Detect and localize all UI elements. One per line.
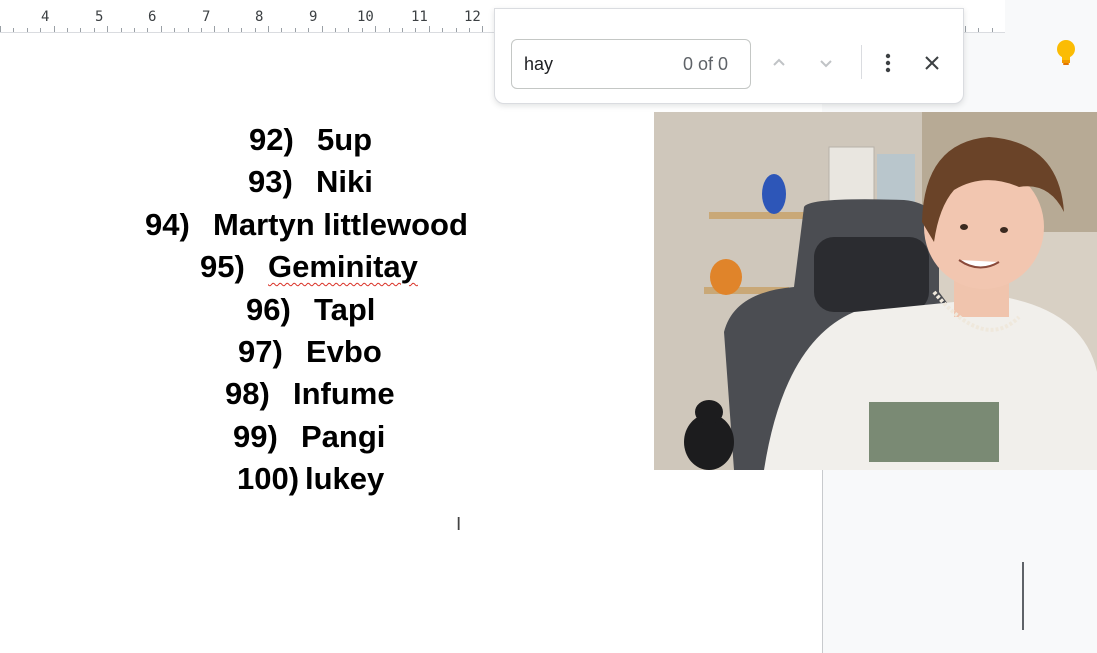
list-item: 98) Infume [0,376,600,416]
list-item: 92) 5up [0,122,600,162]
find-match-count: 0 of 0 [682,54,728,74]
ruler-number: 10 [357,9,374,25]
ruler-tick [174,28,176,32]
ruler-tick [375,26,377,32]
ruler-number: 11 [411,9,428,25]
ruler-tick [187,28,189,32]
find-input[interactable]: hay 0 of 0 [511,39,751,89]
ruler-tick [428,26,430,32]
more-vert-icon [885,53,891,73]
ruler-tick [415,28,417,32]
ruler-number: 4 [41,9,50,25]
list-item-name: lukey [305,461,385,496]
find-bar: hay 0 of 0 [494,8,964,104]
ruler-tick [26,28,28,32]
ruler-tick [241,28,243,32]
find-next-button[interactable] [808,45,844,81]
ruler-tick [361,28,363,32]
list-item-number: 92) [249,122,294,157]
webcam-scene [654,112,1097,470]
ruler-tick [308,28,310,32]
list-item: 94) Martyn littlewood [0,207,600,247]
ruler-tick [227,28,229,32]
ruler-tick [0,26,1,32]
ruler-number: 6 [148,9,157,25]
list-item-number: 100) [237,461,300,496]
find-more-options-button[interactable] [870,45,906,81]
ruler-number: 9 [309,9,318,25]
ruler-tick [93,28,95,32]
ruler-tick [442,28,444,32]
list-item-number: 96) [246,292,291,327]
ruler-tick [13,28,15,32]
ruler-tick [53,26,55,32]
find-close-button[interactable] [914,45,950,81]
list-item-number: 97) [238,334,283,369]
find-bar-divider [861,45,862,79]
ruler-number: 8 [255,9,264,25]
ruler-tick [335,28,336,32]
list-item: 95) Geminitay [0,249,600,289]
list-item: 100) lukey [0,461,600,501]
ruler-tick [134,28,135,32]
ruler-tick [294,28,296,32]
list-item-name: Evbo [306,334,382,369]
ruler-tick [214,26,216,32]
list-item-name: Infume [293,376,395,411]
text-cursor-icon: I [456,514,462,535]
list-item: 97) Evbo [0,334,600,374]
ruler-tick [40,28,42,32]
close-icon [925,56,939,70]
list-item-number: 99) [233,419,278,454]
ruler-tick [482,26,484,32]
list-item-number: 98) [225,376,270,411]
ruler-tick [147,28,149,32]
ruler-number: 7 [202,9,211,25]
list-item-name: 5up [317,122,373,157]
list-item: 99) Pangi [0,419,600,459]
ruler-tick [160,26,162,32]
ruler-tick [120,28,122,32]
ruler-tick [978,28,980,32]
find-query: hay [524,54,554,74]
chevron-down-icon [820,60,832,68]
ruler-number: 5 [95,9,104,25]
list-item: 93) Niki [0,164,600,204]
ruler-tick [348,28,350,32]
ruler-number: 12 [464,9,481,25]
list-item-name: Tapl [314,292,376,327]
ruler-tick [455,28,457,32]
ruler-tick [991,28,993,32]
ruler-tick [268,26,269,32]
ruler-tick [201,28,202,32]
list-item-number: 93) [248,164,293,199]
list-item-name: Geminitay [268,249,418,284]
ruler-tick [321,26,323,32]
find-previous-button[interactable] [761,45,797,81]
ruler-tick [964,26,966,32]
ruler-tick [107,26,109,32]
list-item-name: Martyn littlewood [213,207,468,242]
ruler-tick [67,28,68,32]
list-item: 96) Tapl [0,292,600,332]
list-item-name: Pangi [301,419,386,454]
ruler-tick [281,28,283,32]
ruler-tick [402,28,403,32]
scrollbar-line[interactable] [1022,562,1024,630]
ruler-tick [388,28,390,32]
lightbulb-icon[interactable] [1053,38,1079,68]
list-item-number: 95) [200,249,245,284]
ruler-tick [469,28,470,32]
ruler-tick [80,28,82,32]
list-item-number: 94) [145,207,190,242]
ruler-tick [254,28,256,32]
webcam-overlay [654,112,1097,470]
chevron-up-icon [773,58,785,66]
list-item-name: Niki [316,164,373,199]
